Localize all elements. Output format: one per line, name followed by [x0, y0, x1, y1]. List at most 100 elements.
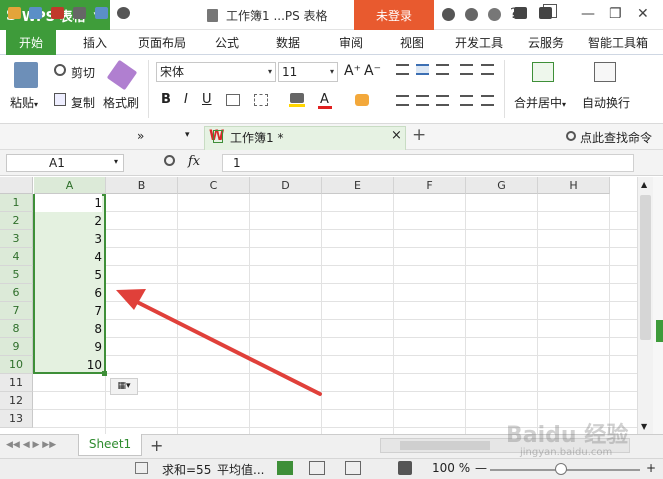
tab-home[interactable]: 开始: [6, 30, 56, 55]
export-pdf-icon[interactable]: [51, 7, 64, 19]
fill-color-icon[interactable]: [290, 93, 304, 103]
annotation-arrow-head: [116, 289, 146, 310]
tab-smart-toolbox[interactable]: 智能工具箱: [582, 30, 654, 55]
tab-developer[interactable]: 开发工具: [449, 30, 509, 55]
fill-color-swatch: [289, 104, 305, 107]
shrink-font-button[interactable]: A⁻: [364, 63, 381, 79]
minimize-ribbon-icon[interactable]: [539, 7, 552, 19]
document-icon: [207, 9, 218, 22]
zoom-slider-knob[interactable]: [555, 463, 567, 475]
borders-icon[interactable]: [226, 94, 240, 106]
merge-center-icon[interactable]: [532, 62, 554, 82]
format-painter-button[interactable]: 格式刷: [103, 94, 139, 111]
font-color-swatch: [318, 106, 332, 109]
chevron-down-icon: ▾: [562, 100, 567, 109]
new-tab-button[interactable]: +: [412, 125, 426, 145]
tab-page-layout[interactable]: 页面布局: [132, 30, 192, 55]
zoom-function-icon[interactable]: [164, 155, 175, 166]
align-center-icon[interactable]: [416, 95, 429, 106]
cell-style-icon[interactable]: [254, 94, 268, 106]
grow-font-button[interactable]: A⁺: [344, 63, 361, 79]
page-layout-view-icon[interactable]: [309, 461, 325, 475]
zoom-level[interactable]: 100 %: [432, 461, 470, 475]
annotation-arrow-shaft: [133, 299, 322, 396]
merge-center-button[interactable]: 合并居中▾: [514, 94, 566, 111]
horizontal-scroll-thumb[interactable]: [400, 441, 490, 450]
side-panel-toggle[interactable]: [656, 320, 663, 342]
average-readout: 平均值...: [217, 463, 265, 477]
normal-view-icon[interactable]: [277, 461, 293, 475]
tab-insert[interactable]: 插入: [72, 30, 118, 55]
document-title: 工作簿1 ...PS 表格: [207, 7, 328, 24]
reading-mode-icon[interactable]: [398, 461, 412, 475]
paste-button[interactable]: 粘贴▾: [10, 94, 38, 111]
indent-icon[interactable]: [460, 64, 473, 75]
underline-button[interactable]: U: [202, 92, 212, 107]
tab-review[interactable]: 审阅: [329, 30, 373, 55]
chevron-down-icon: ▾: [34, 100, 39, 109]
open-folder-icon[interactable]: [8, 7, 21, 19]
clear-format-icon[interactable]: [355, 94, 369, 106]
search-command-input[interactable]: 点此查找命令: [580, 129, 652, 146]
zoom-out-button[interactable]: —: [475, 461, 487, 475]
distributed-icon[interactable]: [481, 95, 494, 106]
close-tab-button[interactable]: ×: [391, 128, 402, 143]
name-box[interactable]: A1 ▾: [6, 154, 124, 172]
chevron-down-icon[interactable]: ▾: [185, 130, 190, 140]
font-size-value: 11: [282, 65, 298, 79]
align-left-icon[interactable]: [396, 95, 409, 106]
scroll-down-icon[interactable]: ▼: [641, 422, 647, 431]
print-preview-icon[interactable]: [95, 7, 108, 19]
align-top-icon[interactable]: [396, 64, 409, 75]
minimize-button[interactable]: —: [581, 6, 595, 22]
annotation-arrow: [116, 289, 322, 396]
print-icon[interactable]: [73, 7, 86, 19]
font-name-select[interactable]: 宋体 ▾: [156, 62, 276, 82]
save-icon[interactable]: [29, 7, 42, 19]
font-color-button[interactable]: A: [320, 92, 329, 107]
paste-label: 粘贴: [10, 96, 35, 110]
chevron-down-icon: ▾: [329, 67, 334, 76]
bold-button[interactable]: B: [161, 92, 171, 107]
formula-value: 1: [233, 156, 241, 170]
settings-icon[interactable]: [488, 8, 501, 21]
font-size-select[interactable]: 11 ▾: [278, 62, 338, 82]
ribbon-divider: [148, 60, 149, 118]
italic-button[interactable]: I: [184, 92, 188, 107]
copy-button[interactable]: 复制: [71, 94, 95, 111]
sheet-nav-icons[interactable]: ◀◀ ◀ ▶ ▶▶: [6, 440, 56, 450]
paste-icon[interactable]: [14, 62, 38, 88]
tab-formulas[interactable]: 公式: [205, 30, 249, 55]
add-sheet-button[interactable]: +: [150, 436, 163, 455]
zoom-in-button[interactable]: +: [646, 461, 656, 475]
more-commands-button[interactable]: »: [137, 129, 144, 143]
outdent-icon[interactable]: [481, 64, 494, 75]
document-title-text: 工作簿1 ...PS 表格: [226, 9, 328, 23]
skin-icon[interactable]: [442, 8, 455, 21]
login-button[interactable]: 未登录: [354, 0, 434, 30]
share-icon[interactable]: [465, 8, 478, 21]
wrap-text-button[interactable]: 自动换行: [582, 94, 630, 111]
close-button[interactable]: ✕: [637, 6, 649, 22]
tab-data[interactable]: 数据: [266, 30, 310, 55]
tab-view[interactable]: 视图: [390, 30, 434, 55]
sheet-tab-sheet1[interactable]: Sheet1: [78, 434, 142, 456]
cut-button[interactable]: 剪切: [71, 64, 95, 81]
vertical-scroll-thumb[interactable]: [640, 195, 651, 340]
name-box-value: A1: [49, 156, 65, 170]
restore-button[interactable]: ❐: [609, 6, 622, 22]
tab-cloud[interactable]: 云服务: [521, 30, 571, 55]
align-bottom-icon[interactable]: [436, 64, 449, 75]
align-right-icon[interactable]: [436, 95, 449, 106]
undo-icon[interactable]: [117, 7, 130, 19]
merge-center-label: 合并居中: [514, 96, 563, 110]
insert-function-button[interactable]: fx: [188, 154, 200, 169]
scroll-up-icon[interactable]: ▲: [641, 180, 647, 189]
formula-input[interactable]: 1: [222, 154, 634, 172]
align-middle-icon[interactable]: [416, 64, 429, 75]
wrap-text-icon[interactable]: [594, 62, 616, 82]
page-break-view-icon[interactable]: [345, 461, 361, 475]
status-icon: [135, 462, 148, 474]
presentation-icon[interactable]: [514, 7, 527, 19]
justify-icon[interactable]: [460, 95, 473, 106]
